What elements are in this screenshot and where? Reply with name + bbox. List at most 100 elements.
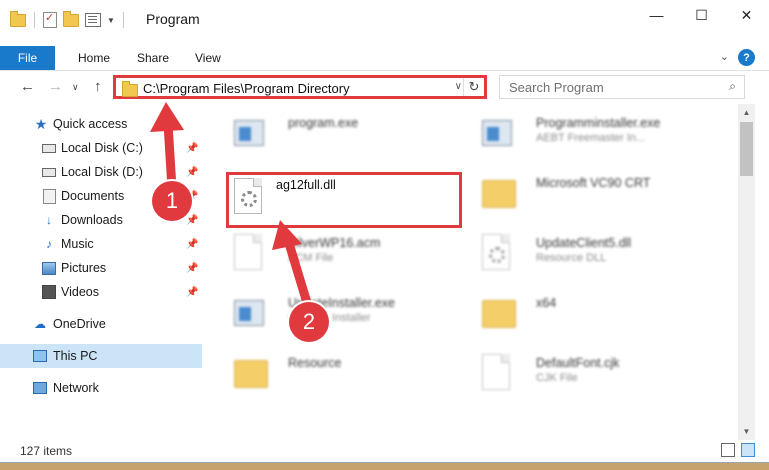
picture-icon <box>42 261 56 275</box>
up-button[interactable]: ↑ <box>94 78 102 95</box>
scroll-down-button[interactable]: ▼ <box>738 423 755 440</box>
details-view-button[interactable] <box>721 443 735 457</box>
maximize-button[interactable]: ☐ <box>679 0 724 30</box>
file-icon <box>482 354 516 394</box>
title-bar: ▼ Program — ☐ ✕ <box>0 0 769 40</box>
document-icon <box>42 188 56 204</box>
sidebar-item-label: Local Disk (C:) <box>61 141 143 155</box>
file-description: Resource DLL <box>536 252 607 264</box>
quick-access-toolbar: ▼ <box>10 10 126 28</box>
chevron-down-icon[interactable]: ▼ <box>107 16 115 25</box>
vertical-scrollbar[interactable]: ▲ ▼ <box>738 104 755 440</box>
refresh-button[interactable]: ↻ <box>463 78 484 96</box>
help-button[interactable]: ? <box>738 49 755 66</box>
status-bar: 127 items <box>0 440 769 462</box>
download-icon: ↓ <box>46 213 52 227</box>
tab-share[interactable]: Share <box>137 51 169 65</box>
selection-highlight <box>226 172 462 228</box>
sidebar-item-label: Music <box>61 237 94 251</box>
sidebar-item-quick-access[interactable]: ★ Quick access <box>0 112 202 136</box>
recent-locations-button[interactable]: ∨ <box>72 82 79 93</box>
forward-button[interactable]: → <box>48 78 63 95</box>
window-controls: — ☐ ✕ <box>634 0 769 30</box>
pin-icon[interactable]: 📌 <box>186 215 198 226</box>
navigation-bar: ← → ∨ ↑ C:\Program Files\Program Directo… <box>0 72 769 104</box>
search-input[interactable]: Search Program ⌕ <box>499 75 745 99</box>
exe-icon <box>482 114 516 154</box>
file-item-resource[interactable]: Resource <box>226 348 466 400</box>
pin-icon[interactable]: 📌 <box>186 143 198 154</box>
search-placeholder: Search Program <box>509 80 604 95</box>
computer-icon <box>33 349 47 363</box>
tab-view[interactable]: View <box>195 51 221 65</box>
close-button[interactable]: ✕ <box>724 0 769 30</box>
step-2-badge: 2 <box>289 302 329 342</box>
scroll-thumb[interactable] <box>740 122 753 176</box>
sidebar-item-music[interactable]: ♪ Music 📌 <box>0 232 202 256</box>
file-item-microsoft-vc90-crt[interactable]: Microsoft VC90 CRT <box>474 168 714 220</box>
file-description: CJK File <box>536 372 578 384</box>
explorer-window: ▼ Program — ☐ ✕ File Home Share View ⌄ ?… <box>0 0 769 462</box>
dll-file-icon <box>482 234 516 274</box>
sidebar-item-label: Documents <box>61 189 125 203</box>
file-name: Microsoft VC90 CRT <box>536 176 651 190</box>
video-icon <box>42 285 56 299</box>
sidebar-item-videos[interactable]: Videos 📌 <box>0 280 202 304</box>
item-count: 127 items <box>20 444 73 458</box>
tab-home[interactable]: Home <box>78 51 110 65</box>
folder-icon <box>234 354 268 394</box>
customize-icon[interactable] <box>85 13 101 27</box>
sidebar-item-network[interactable]: Network <box>0 376 202 400</box>
minimize-button[interactable]: — <box>634 0 679 30</box>
pin-icon[interactable]: 📌 <box>186 167 198 178</box>
star-icon: ★ <box>34 115 48 132</box>
file-name: UpdateClient5.dll <box>536 236 632 250</box>
sidebar-item-this-pc[interactable]: This PC <box>0 344 202 368</box>
folder-icon <box>482 174 516 214</box>
pin-icon[interactable]: 📌 <box>186 287 198 298</box>
sidebar-item-local-disk-c[interactable]: Local Disk (C:) 📌 <box>0 136 202 160</box>
folder-icon <box>122 81 138 97</box>
file-item-updateclient5-dll[interactable]: UpdateClient5.dll Resource DLL <box>474 228 714 280</box>
chevron-down-icon[interactable]: ∨ <box>455 81 462 92</box>
file-name: SilverWP16.acm <box>288 236 381 250</box>
file-item-silverwp16-acm[interactable]: SilverWP16.acm ACM File <box>226 228 466 280</box>
pin-icon[interactable]: 📌 <box>186 239 198 250</box>
file-icon <box>234 234 268 274</box>
file-item-updateinstaller-exe[interactable]: UpdateInstaller.exe Updates Installer <box>226 288 466 340</box>
folder-icon <box>10 10 26 27</box>
tab-file[interactable]: File <box>0 46 55 70</box>
chevron-down-icon[interactable]: ⌄ <box>720 50 729 63</box>
drive-icon <box>42 165 56 179</box>
sidebar-item-label: OneDrive <box>53 317 106 331</box>
exe-icon <box>234 114 268 154</box>
file-item-program-exe[interactable]: program.exe <box>226 108 466 160</box>
file-item-x64[interactable]: x64 <box>474 288 714 340</box>
properties-icon[interactable] <box>43 11 57 28</box>
address-path[interactable]: C:\Program Files\Program Directory <box>143 81 350 96</box>
folder-icon <box>482 294 516 334</box>
sidebar-item-pictures[interactable]: Pictures 📌 <box>0 256 202 280</box>
search-icon[interactable]: ⌕ <box>729 79 736 94</box>
step-1-badge: 1 <box>152 181 192 221</box>
pin-icon[interactable]: 📌 <box>186 263 198 274</box>
scroll-up-button[interactable]: ▲ <box>738 104 755 121</box>
file-name: DefaultFont.cjk <box>536 356 620 370</box>
window-title: Program <box>146 11 200 27</box>
music-icon: ♪ <box>46 237 52 251</box>
ribbon-tabs: File Home Share View ⌄ ? <box>0 46 769 71</box>
file-list: program.exe ag12full.dll SilverWP16.acm … <box>212 104 738 438</box>
new-folder-icon[interactable] <box>63 10 79 27</box>
file-item-programminstaller-exe[interactable]: Programminstaller.exe AEBT Freemaster In… <box>474 108 714 160</box>
toolbar-separator <box>34 12 35 28</box>
sidebar-item-label: This PC <box>53 349 98 363</box>
file-name: Resource <box>288 356 342 370</box>
network-icon <box>33 381 47 395</box>
file-description: AEBT Freemaster In... <box>536 132 646 144</box>
toolbar-separator <box>122 12 124 28</box>
sidebar-item-onedrive[interactable]: ☁ OneDrive <box>0 312 202 336</box>
file-item-defaultfont-cjk[interactable]: DefaultFont.cjk CJK File <box>474 348 714 400</box>
large-icons-view-button[interactable] <box>741 443 755 457</box>
back-button[interactable]: ← <box>20 78 35 95</box>
address-bar[interactable]: C:\Program Files\Program Directory ∨ ↻ <box>113 75 487 99</box>
